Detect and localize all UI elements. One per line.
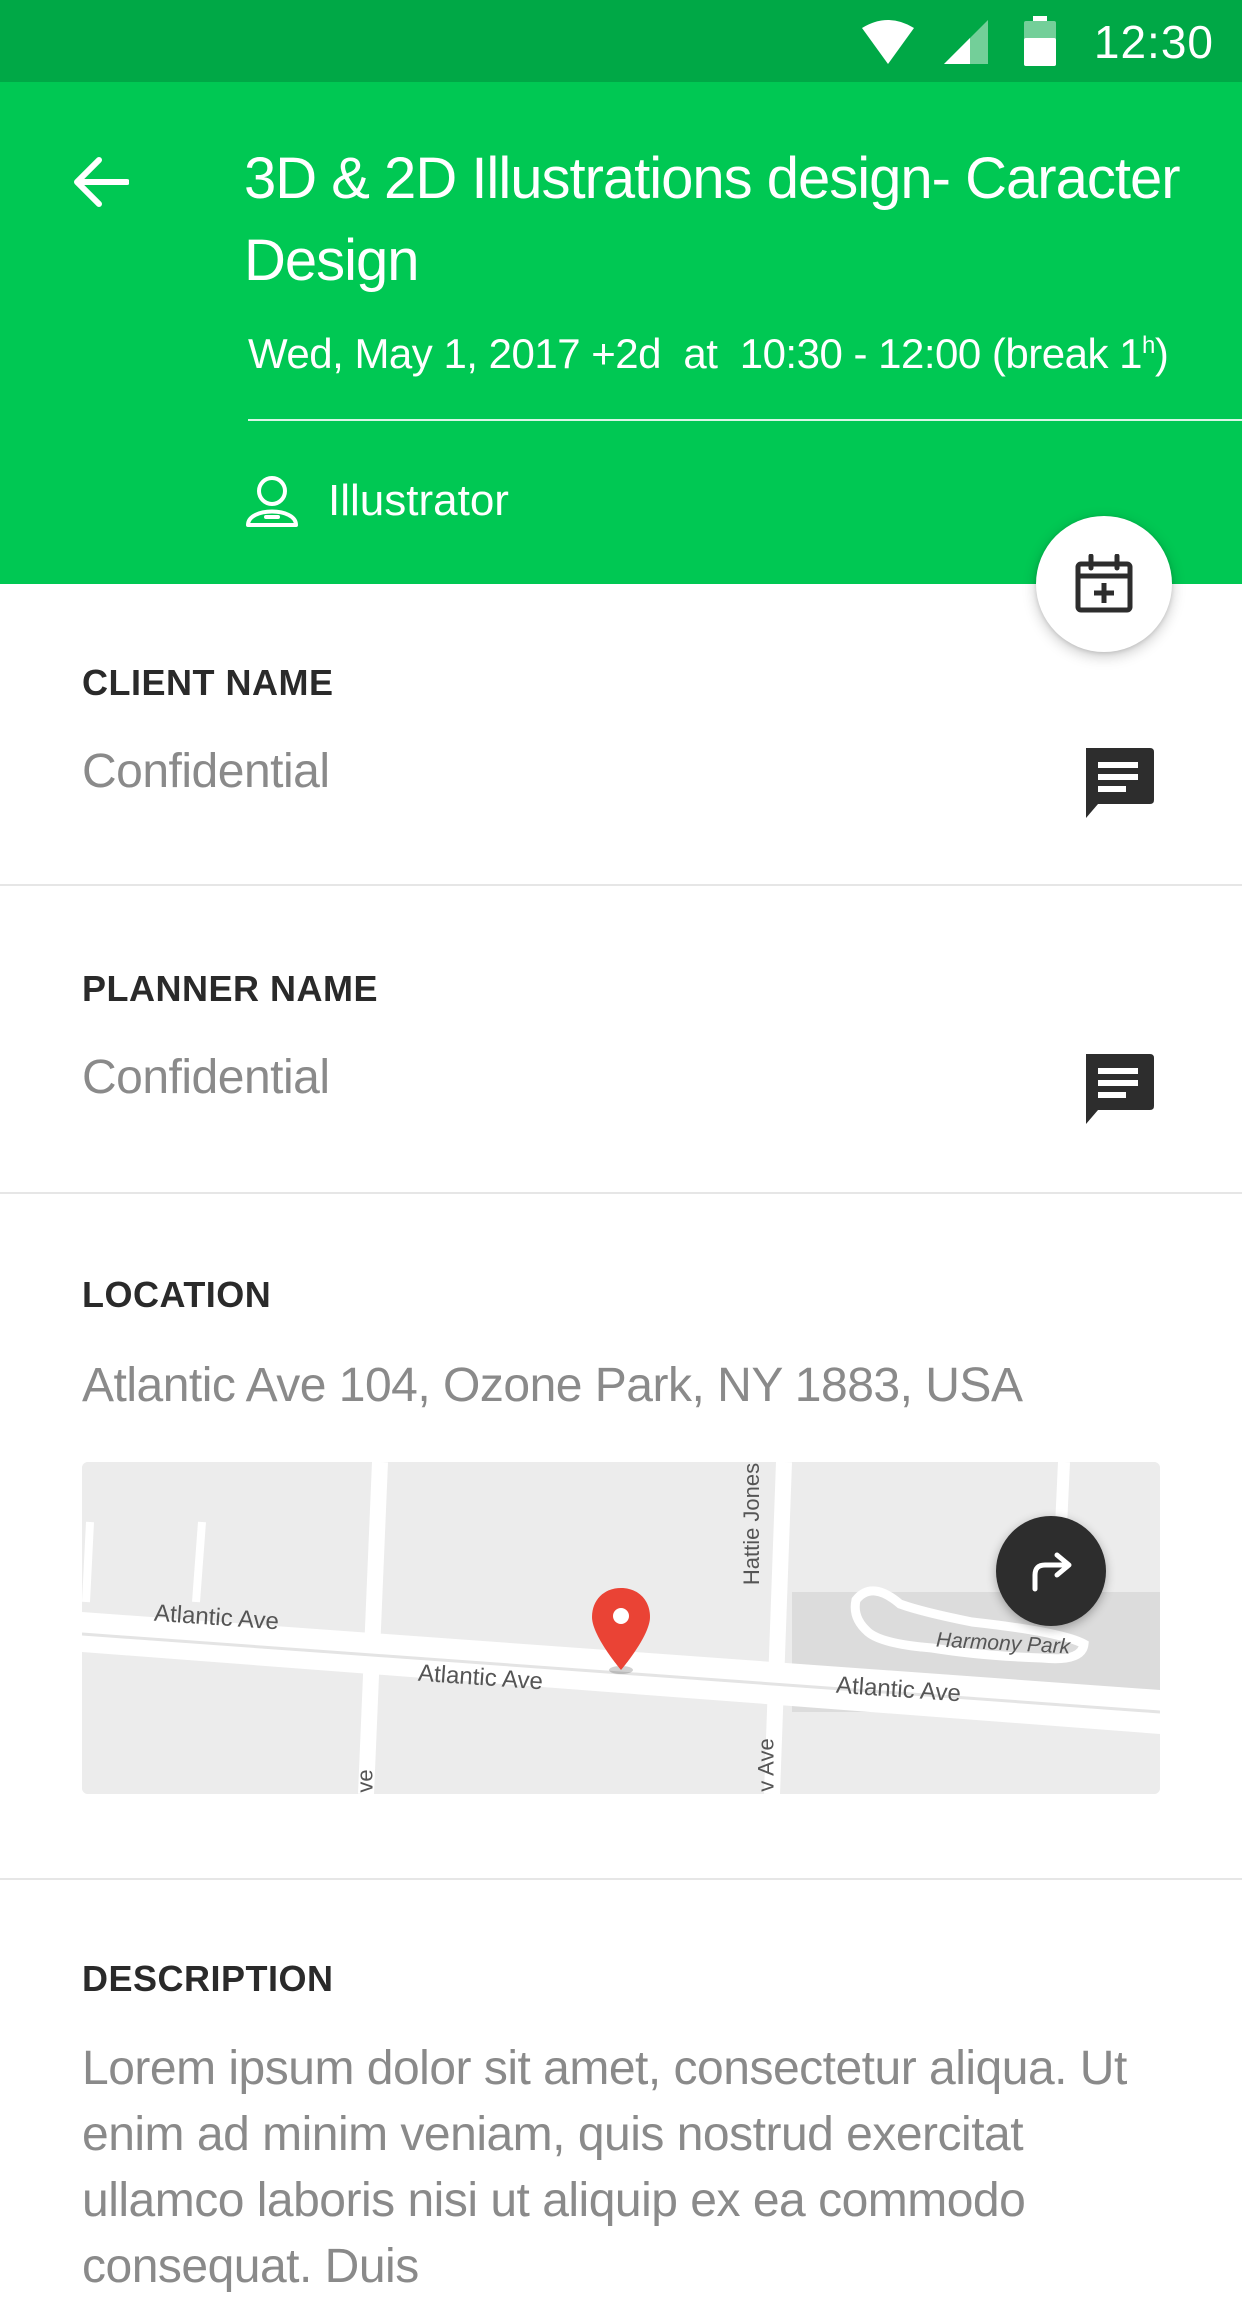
arrow-left-icon [74, 157, 129, 207]
directions-button[interactable] [996, 1516, 1106, 1626]
cell-signal-icon [944, 20, 988, 64]
client-message-icon[interactable] [1080, 744, 1156, 820]
map-pin-icon [592, 1588, 650, 1674]
status-bar: 12:30 [0, 0, 1242, 82]
location-address: Atlantic Ave 104, Ozone Park, NY 1883, U… [82, 1359, 1023, 1412]
back-button[interactable] [60, 142, 140, 222]
battery-icon [1024, 16, 1056, 66]
break-unit: h [1142, 332, 1155, 359]
planner-label: PLANNER NAME [82, 968, 379, 1009]
street-label: Hattie Jones C [739, 1462, 765, 1586]
event-title: 3D & 2D Illustrations design- Caracter D… [244, 146, 1181, 293]
user-icon [246, 476, 298, 527]
event-role: Illustrator [244, 466, 509, 536]
event-at: at [683, 330, 718, 377]
header-divider [248, 419, 1242, 421]
event-datetime: Wed, May 1, 2017 +2d at 10:30 - 12:00 (b… [248, 316, 1169, 384]
break-close: ) [1154, 330, 1169, 377]
description-text: Lorem ipsum dolor sit amet, consectetur … [82, 2042, 1127, 2293]
planner-section: PLANNER NAME Confidential [0, 886, 1242, 1192]
directions-icon [1032, 1552, 1072, 1592]
location-map[interactable]: Atlantic Ave Atlantic Ave Atlantic Ave H… [82, 1462, 1160, 1794]
location-label: LOCATION [82, 1274, 272, 1315]
planner-message-icon[interactable] [1080, 1050, 1156, 1126]
event-header: 3D & 2D Illustrations design- Caracter D… [0, 82, 1242, 584]
street-label: ve [352, 1769, 378, 1793]
role-label: Illustrator [328, 476, 509, 525]
event-date: Wed, May 1, 2017 +2d [248, 330, 662, 377]
description-label: DESCRIPTION [82, 1958, 334, 1999]
event-time-range: 10:30 - 12:00 (break 1 [739, 330, 1143, 377]
client-section: CLIENT NAME Confidential [0, 584, 1242, 884]
wifi-icon [862, 20, 914, 64]
street-label: v Ave [753, 1738, 779, 1792]
planner-value: Confidential [82, 1051, 330, 1104]
client-value: Confidential [82, 745, 330, 798]
status-time: 12:30 [1093, 16, 1214, 68]
client-label: CLIENT NAME [82, 662, 334, 703]
